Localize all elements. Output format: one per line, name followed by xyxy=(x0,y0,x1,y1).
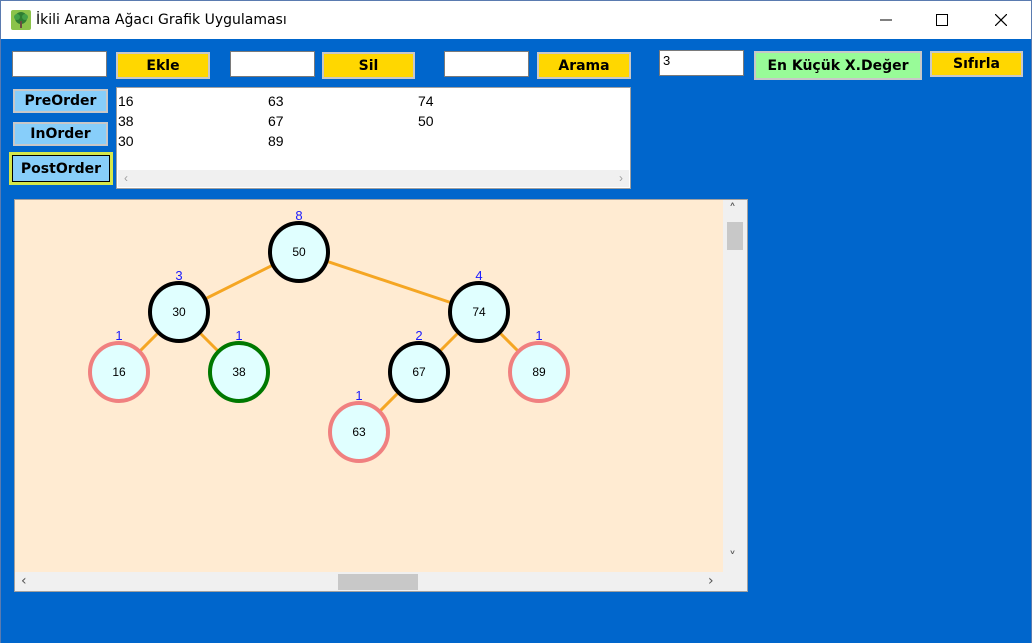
list-item: 74 xyxy=(418,93,434,109)
kth-smallest-button[interactable]: En Küçük X.Değer xyxy=(754,51,922,80)
node-count-label: 1 xyxy=(115,328,122,343)
kth-smallest-input[interactable]: 3 xyxy=(659,50,744,76)
output-column-1: 16 38 30 xyxy=(118,91,134,151)
tree-node-74: 74 4 xyxy=(448,268,510,343)
node-value: 38 xyxy=(232,365,246,379)
tree-node-89: 89 1 xyxy=(508,328,570,403)
horizontal-scroll-thumb[interactable] xyxy=(338,574,418,590)
list-item: 50 xyxy=(418,113,434,129)
reset-button[interactable]: Sıfırla xyxy=(930,51,1023,77)
node-value: 63 xyxy=(352,425,366,439)
tree-node-67: 67 2 xyxy=(388,328,450,403)
scroll-left-icon[interactable]: ‹ xyxy=(21,573,27,589)
delete-value-input[interactable] xyxy=(230,51,315,77)
insert-value-input[interactable] xyxy=(12,51,107,77)
delete-button[interactable]: Sil xyxy=(322,52,415,79)
node-value: 89 xyxy=(532,365,546,379)
postorder-button[interactable]: PostOrder xyxy=(9,152,113,185)
node-count-label: 2 xyxy=(415,328,422,343)
scroll-right-icon[interactable]: › xyxy=(619,171,623,185)
node-count-label: 1 xyxy=(235,328,242,343)
list-item: 30 xyxy=(118,133,134,149)
close-icon xyxy=(995,14,1007,26)
canvas-horizontal-scrollbar[interactable]: ‹ › xyxy=(15,572,724,591)
tree-graph: 50 8 30 3 74 4 16 1 38 1 67 2 89 1 63 1 xyxy=(88,208,570,463)
output-column-2: 63 67 89 xyxy=(268,91,284,151)
maximize-icon xyxy=(936,14,948,26)
tree-node-38: 38 1 xyxy=(208,328,270,403)
preorder-button[interactable]: PreOrder xyxy=(13,89,108,113)
insert-button[interactable]: Ekle xyxy=(116,52,210,79)
list-item: 89 xyxy=(268,133,284,149)
node-value: 30 xyxy=(172,305,186,319)
search-button[interactable]: Arama xyxy=(537,52,631,79)
window-title: İkili Arama Ağacı Grafik Uygulaması xyxy=(36,12,287,28)
list-horizontal-scrollbar[interactable]: ‹ › xyxy=(118,170,629,187)
tree-node-30: 30 3 xyxy=(148,268,210,343)
title-bar[interactable]: İkili Arama Ağacı Grafik Uygulaması xyxy=(1,1,1031,39)
scroll-left-icon[interactable]: ‹ xyxy=(124,171,128,185)
close-button[interactable] xyxy=(971,1,1031,39)
client-area: Ekle Sil Arama 3 En Küçük X.Değer Sıfırl… xyxy=(1,39,1031,643)
node-count-label: 3 xyxy=(175,268,182,283)
vertical-scroll-thumb[interactable] xyxy=(727,222,743,250)
maximize-button[interactable] xyxy=(912,1,972,39)
minimize-icon xyxy=(880,19,892,21)
scroll-down-icon[interactable]: ˅ xyxy=(729,550,736,566)
node-value: 16 xyxy=(112,365,126,379)
tree-node-50: 50 8 xyxy=(268,208,330,283)
list-item: 63 xyxy=(268,93,284,109)
list-item: 38 xyxy=(118,113,134,129)
tree-node-63: 63 1 xyxy=(328,388,390,463)
app-window: İkili Arama Ağacı Grafik Uygulaması Ekle… xyxy=(0,0,1032,643)
list-item: 16 xyxy=(118,93,134,109)
tree-canvas-panel: 50 8 30 3 74 4 16 1 38 1 67 2 89 1 63 1 ˄ ˅ ‹ › xyxy=(14,199,748,592)
canvas-vertical-scrollbar[interactable]: ˄ ˅ xyxy=(723,200,747,572)
tree-node-16: 16 1 xyxy=(88,328,150,403)
node-value: 67 xyxy=(412,365,426,379)
node-count-label: 8 xyxy=(295,208,302,223)
traversal-output-list[interactable]: 16 38 30 63 67 89 74 50 ‹ › xyxy=(116,87,631,189)
scroll-right-icon[interactable]: › xyxy=(708,573,714,589)
node-count-label: 4 xyxy=(475,268,482,283)
search-value-input[interactable] xyxy=(444,51,529,77)
scroll-up-icon[interactable]: ˄ xyxy=(729,202,736,218)
node-value: 50 xyxy=(292,245,306,259)
node-count-label: 1 xyxy=(535,328,542,343)
minimize-button[interactable] xyxy=(856,1,916,39)
output-column-3: 74 50 xyxy=(418,91,434,131)
inorder-button[interactable]: InOrder xyxy=(13,122,108,146)
tree-app-icon xyxy=(11,10,31,30)
node-count-label: 1 xyxy=(355,388,362,403)
list-item: 67 xyxy=(268,113,284,129)
tree-canvas: 50 8 30 3 74 4 16 1 38 1 67 2 89 1 63 1 xyxy=(15,200,724,572)
node-value: 74 xyxy=(472,305,486,319)
